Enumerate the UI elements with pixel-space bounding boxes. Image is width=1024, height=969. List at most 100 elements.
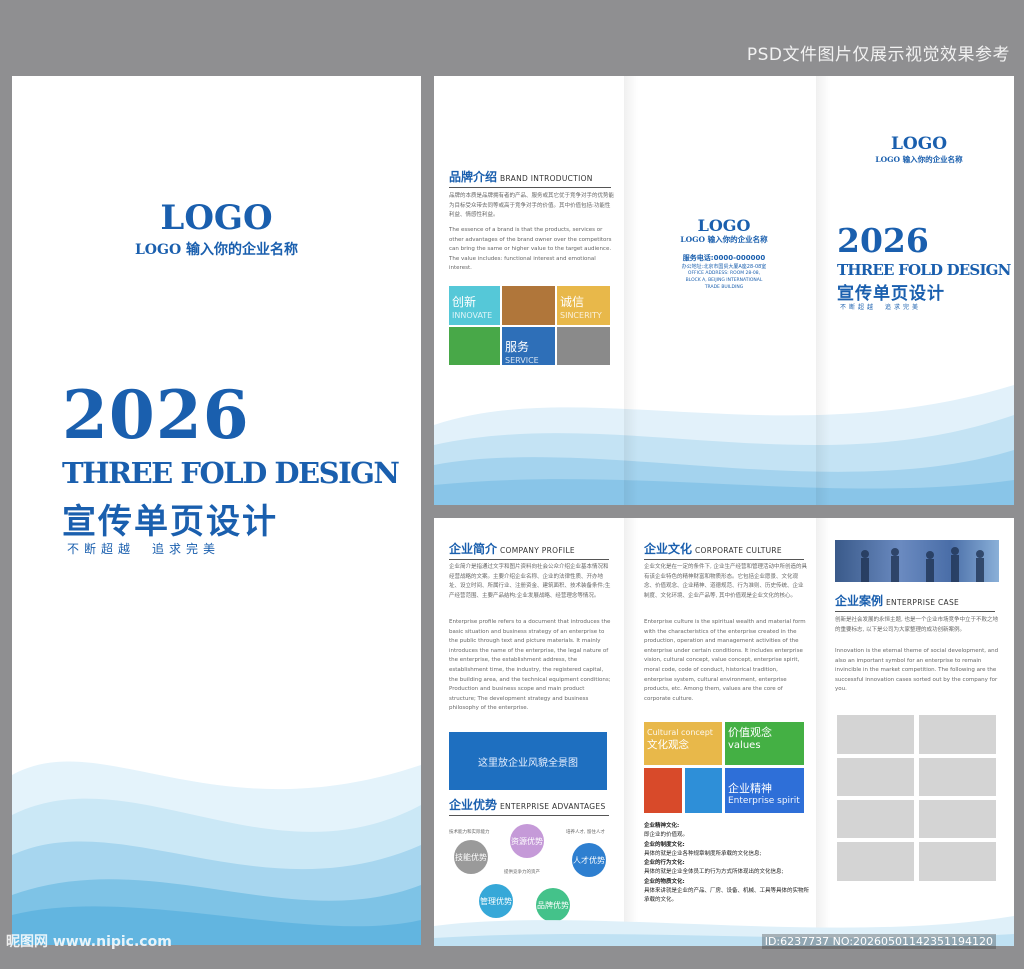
inner-top-wave xyxy=(434,385,1014,505)
advantage-hex-label: 人才优势 xyxy=(573,855,605,865)
case-image-placeholder xyxy=(837,842,914,881)
case-image-placeholder xyxy=(919,758,996,796)
inner-top-spread: 品牌介绍 BRAND INTRODUCTION 品牌的本质是品牌拥有者的产品、服务… xyxy=(434,76,1014,505)
back-address-cn: 办公地址:北京市国贸大厦A座28-08室 xyxy=(681,264,767,270)
culture-tile: Cultural concept 文化观念 xyxy=(644,722,722,765)
brand-tile-cn: 服务 xyxy=(505,340,530,354)
back-address-en: BLOCK A, BEIJING INTERNATIONAL xyxy=(685,278,763,283)
profile-title-en: COMPANY PROFILE xyxy=(500,546,575,555)
cases-title-en: ENTERPRISE CASE xyxy=(886,598,960,607)
culture-tile-en: Cultural concept xyxy=(647,728,713,737)
brand-tile-service: 服务 SERVICE xyxy=(502,327,555,365)
cases-text-cn: 创新是社会发展的永恒主题, 也是一个企业市场竞争中立于不败之地的重要标志, 以下… xyxy=(835,617,998,633)
culture-tile: 价值观念 values xyxy=(725,722,804,765)
brand-title-en: BRAND INTRODUCTION xyxy=(500,174,593,183)
inner-bottom-spread: 企业简介 COMPANY PROFILE 企业简介是指通过文字和图片资料向社会公众… xyxy=(434,518,1014,946)
cases-title-cn: 企业案例 xyxy=(835,594,884,608)
culture-text-en: Enterprise culture is the spiritual weal… xyxy=(644,619,806,702)
cover-title-cn: 宣传单页设计 xyxy=(62,502,278,542)
brand-tile-cn: 诚信 xyxy=(560,295,585,309)
brand-title-cn: 品牌介绍 xyxy=(449,170,498,184)
cases-title: 企业案例 ENTERPRISE CASE xyxy=(835,592,995,612)
brand-tile xyxy=(449,327,500,365)
culture-tile-cn: 价值观念 xyxy=(728,726,772,739)
brand-tile-sincerity: 诚信 SINCERITY xyxy=(557,286,610,325)
brand-tile-cn: 创新 xyxy=(452,295,477,309)
brand-text-cn: 品牌的本质是品牌拥有者的产品、服务或其它优于竞争对手的优势能为目标受众带去同等或… xyxy=(449,193,615,219)
back-address-en: OFFICE ADDRESS: ROOM 28-08, xyxy=(687,271,761,276)
brand-tile-en: SINCERITY xyxy=(560,311,602,320)
back-company: LOGO 输入你的企业名称 xyxy=(680,235,768,244)
case-image-placeholder xyxy=(919,800,996,838)
culture-tile xyxy=(644,768,682,813)
culture-item-text: 具体的就是企业各种规章制度所承载的文化信息; xyxy=(644,850,762,857)
case-image-placeholder xyxy=(837,758,914,796)
culture-title-cn: 企业文化 xyxy=(644,542,693,556)
culture-tile-cn: 企业精神 xyxy=(728,782,772,795)
culture-item-heading: 企业精神文化: xyxy=(644,823,680,829)
profile-title: 企业简介 COMPANY PROFILE xyxy=(449,540,609,560)
advantages-title: 企业优势 ENTERPRISE ADVANTAGES xyxy=(449,796,609,816)
cover-title-en: THREE FOLD DESIGN xyxy=(62,456,400,490)
profile-text-cn: 企业简介是指通过文字和图片资料向社会公众介绍企业基本情况和经营战略的文案。主要介… xyxy=(449,564,611,599)
brand-tile xyxy=(502,286,555,325)
fold-line xyxy=(624,76,638,505)
brand-tile-en: SERVICE xyxy=(505,356,539,365)
culture-title-en: CORPORATE CULTURE xyxy=(695,546,782,555)
case-image-placeholder xyxy=(837,800,914,838)
culture-text-cn: 企业文化是在一定的条件下, 企业生产经营和管理活动中所创造的具有该企业特色的精神… xyxy=(644,564,807,599)
profile-banner: 这里放企业风貌全景图 xyxy=(449,732,607,790)
advantages-title-cn: 企业优势 xyxy=(449,798,498,812)
brand-tile-en: INNOVATE xyxy=(452,311,493,320)
culture-item-text: 具体的就是企业全体员工的行为方式所体现出的文化信息; xyxy=(644,869,784,876)
back-phone: 服务电话:0000-000000 xyxy=(682,254,766,262)
culture-tile-en: Enterprise spirit xyxy=(728,796,800,806)
back-address-en: TRADE BUILDING xyxy=(704,285,744,290)
advantage-note: 培养人才, 留住人才 xyxy=(566,830,605,835)
cover-company: LOGO 输入你的企业名称 xyxy=(134,242,299,258)
front-logo: LOGO xyxy=(890,134,948,154)
culture-title: 企业文化 CORPORATE CULTURE xyxy=(644,540,804,560)
case-image-placeholder xyxy=(837,715,914,754)
culture-tile xyxy=(685,768,722,813)
id-label: ID:6237737 NO:20260501142351194120 xyxy=(761,934,996,949)
back-logo: LOGO xyxy=(697,216,751,235)
profile-banner-text: 这里放企业风貌全景图 xyxy=(478,757,578,769)
people-silhouette-icon xyxy=(861,547,984,582)
advantage-note: 技术能力和实际能力 xyxy=(449,830,490,835)
culture-item-heading: 企业的行为文化: xyxy=(644,860,685,867)
cases-photo xyxy=(835,540,999,582)
advantage-hex: 人才优势 xyxy=(572,843,606,877)
cover-slogan: 不断超越 追求完美 xyxy=(67,542,221,556)
culture-tile-cn: 文化观念 xyxy=(647,739,689,751)
advantage-note: 提供竞争力的资产 xyxy=(504,870,540,875)
front-title-en: THREE FOLD DESIGN xyxy=(837,261,1011,279)
fold-line xyxy=(624,518,638,946)
advantage-hex: 资源优势 xyxy=(510,824,544,858)
cover-year: 2026 xyxy=(62,376,250,454)
cases-text-en: Innovation is the eternal theme of socia… xyxy=(835,648,999,693)
case-image-placeholder xyxy=(919,842,996,881)
profile-text-en: Enterprise profile refers to a document … xyxy=(449,619,611,712)
cover-logo: LOGO xyxy=(160,198,273,238)
case-image-placeholder xyxy=(919,715,996,754)
advantages-title-en: ENTERPRISE ADVANTAGES xyxy=(500,802,606,811)
fold-line xyxy=(816,76,830,505)
culture-item-heading: 企业的制度文化: xyxy=(644,841,685,848)
brand-tile-innovate: 创新 INNOVATE xyxy=(449,286,500,325)
advantage-hex: 技能优势 xyxy=(454,840,488,874)
cover-wave xyxy=(12,761,421,945)
front-title-cn: 宣传单页设计 xyxy=(837,284,945,304)
profile-title-cn: 企业简介 xyxy=(449,542,498,556)
top-note: PSD文件图片仅展示视觉效果参考 xyxy=(746,45,1010,65)
culture-item-text: 即企业的价值观。 xyxy=(644,832,689,839)
advantage-hex-label: 技能优势 xyxy=(455,852,487,862)
advantage-hex-label: 资源优势 xyxy=(511,836,543,846)
watermark: 昵图网 www.nipic.com xyxy=(6,934,172,950)
cover-panel: LOGO LOGO 输入你的企业名称 2026 THREE FOLD DESIG… xyxy=(12,76,421,945)
front-company: LOGO 输入你的企业名称 xyxy=(875,155,963,164)
front-slogan: 不断超越 追求完美 xyxy=(840,304,922,311)
culture-tile-en: values xyxy=(728,740,761,751)
culture-tile: 企业精神 Enterprise spirit xyxy=(725,768,804,813)
brand-text-en: The essence of a brand is that the produ… xyxy=(449,227,612,272)
